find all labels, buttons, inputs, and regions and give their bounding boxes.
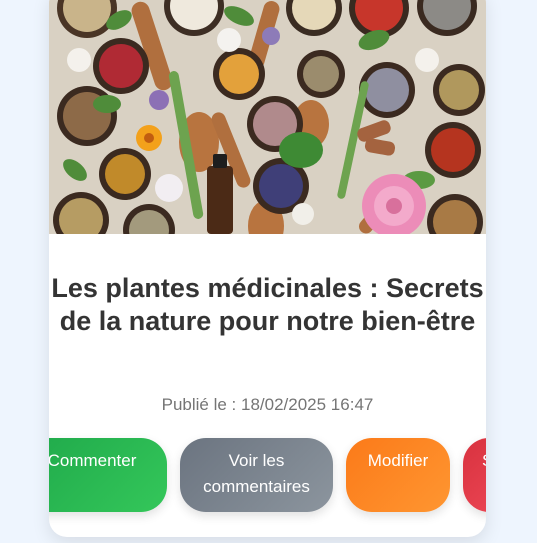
article-card: Les plantes médicinales : Secrets de la … (49, 0, 486, 537)
comment-button[interactable]: Commenter (49, 438, 167, 512)
view-comments-button[interactable]: Voir les commentaires (180, 438, 333, 512)
publish-date: Publié le : 18/02/2025 16:47 (161, 395, 374, 414)
delete-button[interactable]: S (463, 438, 486, 512)
edit-button[interactable]: Modifier (346, 438, 450, 512)
article-title: Les plantes médicinales : Secrets de la … (51, 273, 484, 336)
article-image (49, 0, 486, 234)
